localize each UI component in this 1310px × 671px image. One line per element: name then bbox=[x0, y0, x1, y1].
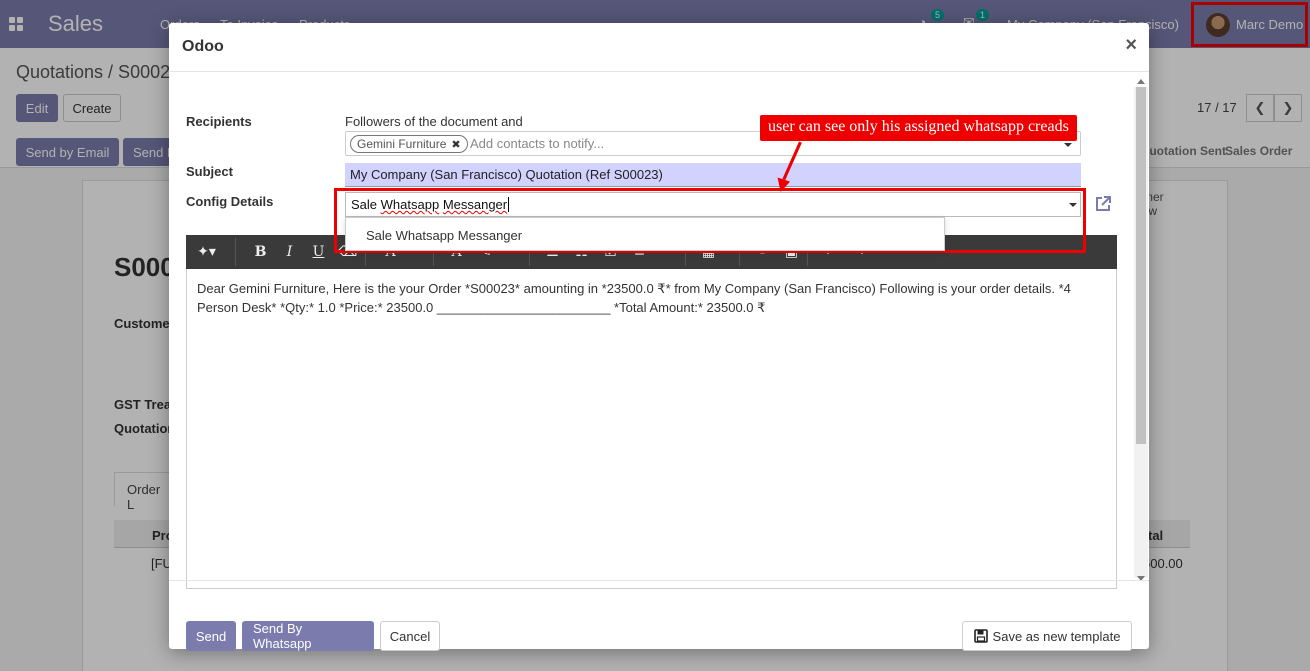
recipients-text: Followers of the document and bbox=[345, 114, 523, 129]
italic-button[interactable]: I bbox=[275, 238, 304, 266]
dialog-scrollbar[interactable] bbox=[1134, 79, 1148, 581]
subject-label: Subject bbox=[186, 164, 233, 179]
send-by-whatsapp-button[interactable]: Send By Whatsapp bbox=[242, 621, 374, 651]
scroll-thumb[interactable] bbox=[1136, 87, 1146, 444]
dialog-footer: Send Send By Whatsapp Cancel Save as new… bbox=[169, 580, 1149, 651]
contacts-placeholder[interactable]: Add contacts to notify... bbox=[470, 136, 604, 151]
bold-button[interactable]: B bbox=[246, 238, 275, 266]
dialog-header: Odoo × bbox=[169, 23, 1149, 72]
save-icon bbox=[973, 629, 988, 643]
subject-input[interactable]: My Company (San Francisco) Quotation (Re… bbox=[345, 163, 1081, 187]
recipient-tag: Gemini Furniture ✖ bbox=[350, 135, 468, 153]
compose-dialog: Odoo × Recipients Followers of the docum… bbox=[169, 23, 1149, 651]
save-template-button[interactable]: Save as new template bbox=[962, 621, 1132, 651]
recipients-label: Recipients bbox=[186, 114, 252, 129]
close-icon[interactable]: × bbox=[1125, 35, 1137, 55]
annotation-arrow-icon bbox=[777, 141, 802, 192]
cancel-button[interactable]: Cancel bbox=[380, 621, 440, 651]
magic-wand-icon[interactable]: ✦▾ bbox=[192, 238, 221, 266]
dialog-title: Odoo bbox=[182, 38, 224, 55]
external-link-icon[interactable] bbox=[1093, 194, 1113, 214]
config-label: Config Details bbox=[186, 194, 274, 209]
save-template-label: Save as new template bbox=[992, 628, 1121, 644]
config-dropdown-option[interactable]: Sale Whatsapp Messanger bbox=[345, 217, 945, 251]
chevron-down-icon[interactable] bbox=[1064, 143, 1072, 147]
remove-tag-icon[interactable]: ✖ bbox=[451, 138, 460, 151]
message-body-editor[interactable]: Dear Gemini Furniture, Here is the your … bbox=[186, 269, 1117, 589]
annotation-callout: user can see only his assigned whatsapp … bbox=[760, 115, 1077, 141]
style-group: ✦▾ bbox=[192, 238, 236, 266]
recipient-tag-label: Gemini Furniture bbox=[357, 137, 447, 151]
send-button[interactable]: Send bbox=[186, 621, 236, 651]
underline-button[interactable]: U bbox=[304, 238, 333, 266]
scroll-up-icon[interactable] bbox=[1137, 79, 1145, 84]
